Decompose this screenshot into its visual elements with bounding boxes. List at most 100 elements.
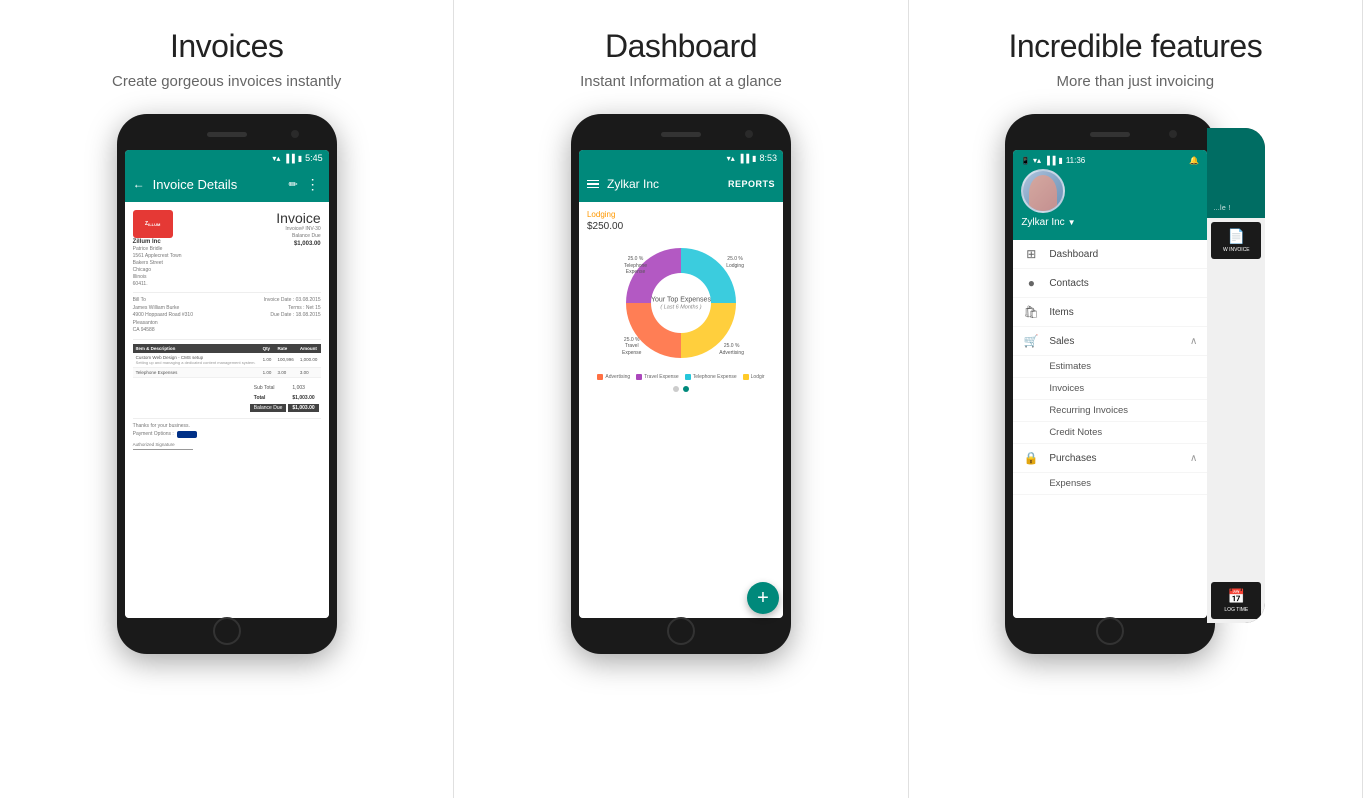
legend-advertising: Advertising [597,374,630,380]
company-name-row: Zylkar Inc ▼ [1021,217,1199,228]
donut-chart: Your Top Expenses ( Last 6 Months ) 25.0… [587,238,775,368]
subtotal-value: 1,003 [288,384,318,392]
home-button-1[interactable] [213,617,241,645]
phone-3: 📱 ▾▴ ▐▐ ▮ 11:36 🔔 Zylkar Inc ▼ [1005,114,1215,654]
battery-icon-1: ▮ [298,154,302,163]
battery-icon-3: ▮ [1058,156,1062,165]
calendar-icon: 📅 [1228,588,1245,605]
legend-lodging: Lodgir [743,374,765,380]
camera-1 [291,130,299,138]
panel3-title: Incredible features [1008,28,1262,65]
subnav-invoices[interactable]: Invoices [1013,378,1207,400]
phone-top-2 [579,128,783,146]
subnav-credit-notes[interactable]: Credit Notes [1013,422,1207,444]
col-qty: Qty [260,344,275,353]
nav-label-sales: Sales [1049,336,1180,347]
back-icon[interactable]: ← [133,177,145,191]
dot-2-active[interactable] [683,386,689,392]
total-value: $1,003.00 [288,394,318,402]
time-1: 5:45 [305,153,323,163]
signature-section: Authorized Signature [133,442,321,450]
chart-legend: Advertising Travel Expense Telephone Exp… [587,374,775,380]
sales-expand-icon: ∧ [1190,336,1197,347]
legend-label-telephone: Telephone Expense [693,374,737,380]
partial-log-time[interactable]: 📅 LOG TIME [1211,582,1261,619]
signal-icon-1: ▐▐ [283,154,294,163]
dropdown-arrow-icon[interactable]: ▼ [1068,218,1076,227]
company-name: Zylkar Inc [1021,217,1064,228]
item-desc-2: Telephone Expenses [133,367,260,377]
dashboard-company: Zylkar Inc [607,177,720,191]
subtotal-label: Sub Total [250,384,287,392]
dashboard-content: Lodging $250.00 [579,202,783,618]
label-advertising: 25.0 %Advertising [719,343,744,356]
invoice-header: Z ILLUM Zillum Inc Patrice Bridle 1561 A… [133,210,321,288]
total-label: Total [250,394,287,402]
donut-title: Your Top Expenses [651,295,711,304]
items-icon: 🛍 [1023,305,1039,319]
hamburger-line [587,183,599,185]
legend-dot-lodging [743,374,749,380]
partial-phone: ...le ! 📄 W INVOICE 📅 LOG TIME [1207,128,1265,623]
subnav-estimates[interactable]: Estimates [1013,356,1207,378]
phone-home-2 [579,622,783,640]
label-telephone: 25.0 %TelephoneExpense [624,256,647,276]
panel-features: Incredible features More than just invoi… [909,0,1363,798]
balance-due-label: Balance Due [250,404,287,412]
subnav-expenses[interactable]: Expenses [1013,473,1207,495]
status-bar-1: ▾▴ ▐▐ ▮ 5:45 [125,150,329,166]
subnav-recurring-invoices[interactable]: Recurring Invoices [1013,400,1207,422]
totals-section: Sub Total 1,003 Total $1,003.00 Balance … [133,382,321,414]
panel2-title: Dashboard [605,28,757,65]
col-rate: Rate [274,344,296,353]
phone-top-1 [125,128,329,146]
nav-item-contacts[interactable]: ● Contacts [1013,269,1207,298]
phone-top-3 [1013,128,1207,146]
label-lodging: 25.0 %Lodging [726,256,744,269]
nav-item-dashboard[interactable]: ⊞ Dashboard [1013,240,1207,269]
camera-3 [1169,130,1177,138]
item-qty-1: 1.00 [260,353,275,368]
partial-teal-area: ...le ! [1207,128,1265,218]
partial-white-area: 📄 W INVOICE 📅 LOG TIME [1207,218,1265,623]
hamburger-menu[interactable] [587,180,599,189]
item-desc-1: Custom Web Design - CMS setupSetting up … [133,353,260,368]
reports-button[interactable]: REPORTS [728,179,775,189]
thanks-text: Thanks for your business. [133,423,321,429]
nav-item-sales[interactable]: 🛒 Sales ∧ [1013,327,1207,356]
screen-3: 📱 ▾▴ ▐▐ ▮ 11:36 🔔 Zylkar Inc ▼ [1013,150,1207,618]
signal-icon-2: ▐▐ [738,154,749,163]
phone-group-3: 📱 ▾▴ ▐▐ ▮ 11:36 🔔 Zylkar Inc ▼ [1005,114,1265,654]
nav-label-dashboard: Dashboard [1049,249,1197,260]
expense-category: Lodging [587,210,775,219]
phone-1: ▾▴ ▐▐ ▮ 5:45 ← Invoice Details ✏ ⋮ Z ILL… [117,114,337,654]
edit-icon[interactable]: ✏ [288,178,297,191]
pagination-dots [587,386,775,392]
new-invoice-label: W INVOICE [1223,247,1250,253]
nav-item-purchases[interactable]: 🔒 Purchases ∧ [1013,444,1207,473]
more-icon[interactable]: ⋮ [306,176,321,193]
home-button-3[interactable] [1096,617,1124,645]
paypal-button[interactable] [177,431,197,438]
dashboard-icon: ⊞ [1023,247,1039,261]
partial-text: ...le ! [1213,205,1259,212]
nav-item-items[interactable]: 🛍 Items [1013,298,1207,327]
purchases-icon: 🔒 [1023,451,1039,465]
bill-to-row: Bill To James William Burke 4900 Hoppaar… [133,297,321,335]
company-logo: Z ILLUM [133,210,173,238]
phone-icon: 📱 [1021,157,1030,165]
invoice-toolbar: ← Invoice Details ✏ ⋮ [125,166,329,202]
dot-1[interactable] [673,386,679,392]
time-3: 11:36 [1066,156,1085,165]
item-amount-2: 3.00 [297,367,321,377]
divider-1 [133,292,321,293]
legend-telephone: Telephone Expense [685,374,737,380]
panel1-subtitle: Create gorgeous invoices instantly [112,73,341,90]
home-button-2[interactable] [667,617,695,645]
document-icon: 📄 [1228,228,1245,245]
legend-label-travel: Travel Expense [644,374,679,380]
partial-new-invoice[interactable]: 📄 W INVOICE [1211,222,1261,259]
sig-label: Authorized Signature [133,442,321,447]
panel-invoices: Invoices Create gorgeous invoices instan… [0,0,454,798]
fab-button[interactable]: + [747,582,779,614]
